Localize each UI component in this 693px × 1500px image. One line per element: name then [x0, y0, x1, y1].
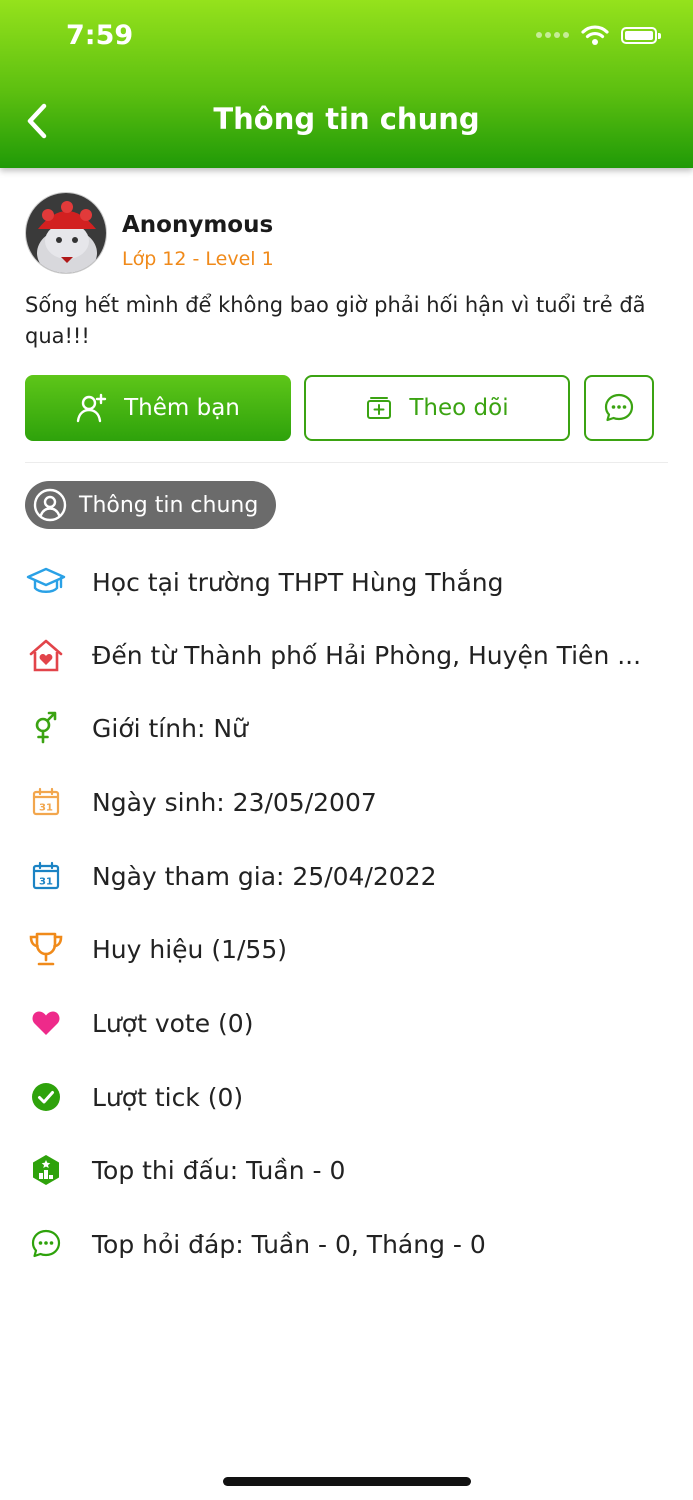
info-hometown: Đến từ Thành phố Hải Phòng, Huyện Tiên .…	[25, 635, 641, 675]
section-divider	[25, 462, 668, 463]
app-header: 7:59 Thông tin chung	[0, 0, 693, 168]
info-joined: 31 Ngày tham gia: 25/04/2022	[25, 856, 437, 896]
svg-text:31: 31	[39, 803, 53, 814]
graduation-cap-icon	[26, 567, 66, 593]
add-user-icon	[76, 393, 107, 423]
home-indicator[interactable]	[223, 1477, 471, 1486]
calendar-join-icon: 31	[32, 861, 60, 890]
home-heart-icon	[29, 639, 63, 672]
info-top-qa[interactable]: Top hỏi đáp: Tuần - 0, Tháng - 0	[25, 1224, 486, 1264]
trophy-icon	[29, 932, 63, 966]
status-time: 7:59	[66, 20, 134, 51]
info-birthday: 31 Ngày sinh: 23/05/2007	[25, 782, 377, 822]
info-top-competition[interactable]: Top thi đấu: Tuần - 0	[25, 1150, 345, 1190]
chat-bubble-icon	[31, 1229, 61, 1258]
info-school-text: Học tại trường THPT Hùng Thắng	[92, 567, 504, 597]
info-joined-text: Ngày tham gia: 25/04/2022	[92, 861, 437, 891]
info-ticks[interactable]: Lượt tick (0)	[25, 1077, 243, 1117]
info-hometown-text: Đến từ Thành phố Hải Phòng, Huyện Tiên .…	[92, 640, 642, 670]
profile-summary: Anonymous Lớp 12 - Level 1	[25, 192, 274, 274]
signal-icon	[536, 32, 569, 38]
info-badges[interactable]: Huy hiệu (1/55)	[25, 929, 287, 969]
cat-avatar-image	[26, 193, 106, 273]
info-top-qa-text: Top hỏi đáp: Tuần - 0, Tháng - 0	[92, 1229, 486, 1259]
gender-icon	[35, 711, 57, 744]
info-ticks-text: Lượt tick (0)	[92, 1082, 244, 1112]
message-button[interactable]	[584, 375, 654, 441]
heart-icon	[32, 1011, 60, 1035]
follow-icon	[367, 397, 392, 419]
section-chip-label: Thông tin chung	[79, 492, 259, 518]
user-name: Anonymous	[122, 212, 274, 238]
info-gender: Giới tính: Nữ	[25, 708, 248, 748]
add-friend-label: Thêm bạn	[124, 395, 240, 421]
section-chip[interactable]: Thông tin chung	[25, 481, 277, 529]
info-votes[interactable]: Lượt vote (0)	[25, 1003, 253, 1043]
chat-icon	[604, 393, 634, 422]
ranking-icon	[33, 1155, 59, 1185]
follow-button[interactable]: Theo dõi	[304, 375, 570, 441]
info-votes-text: Lượt vote (0)	[92, 1008, 254, 1038]
avatar[interactable]	[25, 192, 107, 274]
calendar-birthday-icon: 31	[32, 787, 60, 816]
check-circle-icon	[32, 1083, 60, 1111]
add-friend-button[interactable]: Thêm bạn	[25, 375, 291, 441]
wifi-icon	[581, 25, 609, 45]
user-bio: Sống hết mình để không bao giờ phải hối …	[25, 293, 646, 348]
user-level: Lớp 12 - Level 1	[122, 248, 274, 270]
page-title: Thông tin chung	[213, 102, 480, 136]
follow-label: Theo dõi	[409, 395, 509, 421]
status-icons	[536, 24, 661, 46]
info-birthday-text: Ngày sinh: 23/05/2007	[92, 787, 377, 817]
info-school: Học tại trường THPT Hùng Thắng	[25, 562, 504, 602]
user-circle-icon	[33, 488, 67, 522]
svg-text:31: 31	[39, 877, 53, 888]
info-gender-text: Giới tính: Nữ	[92, 713, 248, 743]
info-badges-text: Huy hiệu (1/55)	[92, 934, 287, 964]
battery-icon	[621, 26, 661, 44]
info-top-competition-text: Top thi đấu: Tuần - 0	[92, 1155, 346, 1185]
